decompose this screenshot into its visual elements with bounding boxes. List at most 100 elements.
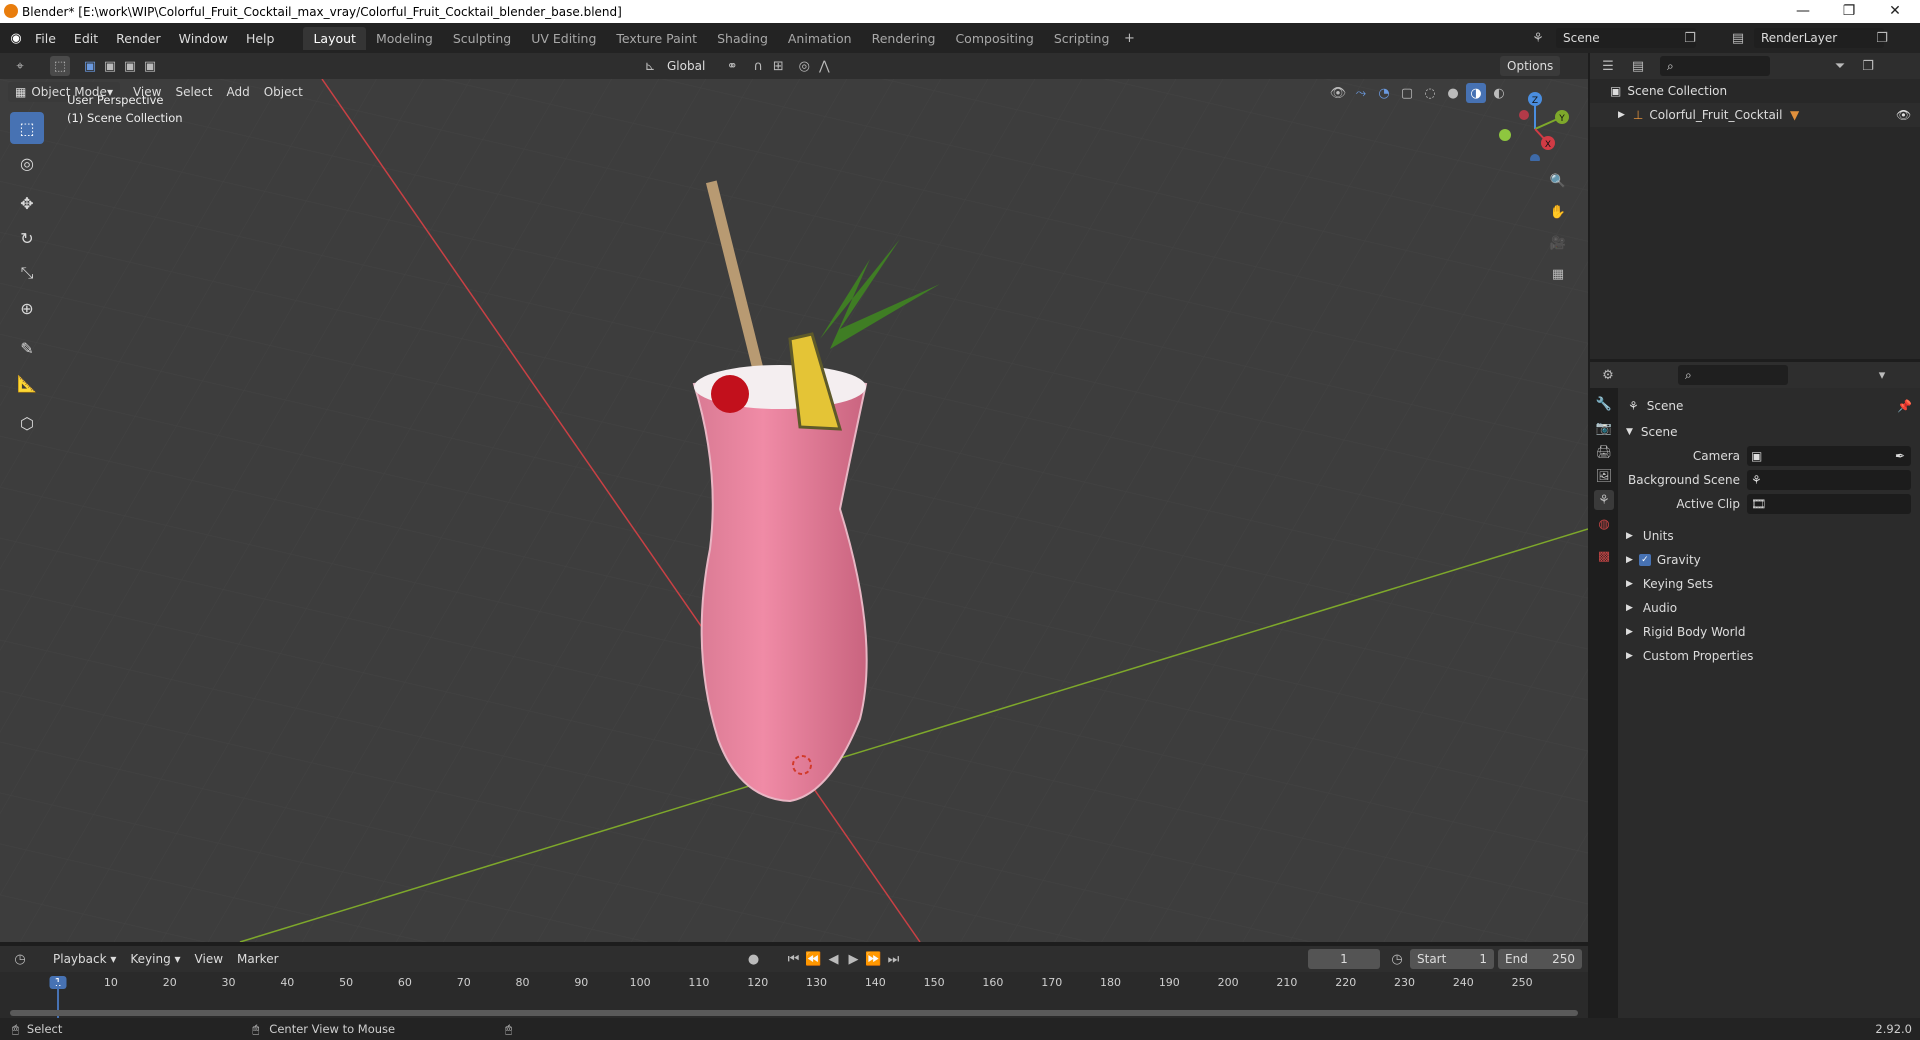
timeline-editor-type-icon[interactable]: ◷ bbox=[10, 949, 30, 969]
transform-tool-icon[interactable]: ⊕ bbox=[10, 292, 44, 324]
tab-scripting[interactable]: Scripting bbox=[1044, 27, 1120, 50]
blender-menu-icon[interactable]: ◉ bbox=[6, 28, 26, 48]
annotate-tool-icon[interactable]: ✎ bbox=[10, 332, 44, 364]
options-dropdown[interactable]: Options bbox=[1500, 56, 1561, 76]
pivot-point-icon[interactable]: ⚭ bbox=[722, 56, 742, 76]
wireframe-shading-icon[interactable]: ◌ bbox=[1420, 83, 1440, 103]
panel-rigid-body-world[interactable]: ▶ Rigid Body World bbox=[1618, 620, 1920, 644]
select-mode-invert-icon[interactable]: ▣ bbox=[140, 56, 160, 76]
overlay-toggle-icon[interactable]: ◔ bbox=[1374, 83, 1394, 103]
play-reverse-icon[interactable]: ◀ bbox=[824, 949, 844, 969]
jump-end-icon[interactable]: ⏭ bbox=[884, 949, 904, 969]
panel-audio[interactable]: ▶ Audio bbox=[1618, 596, 1920, 620]
outliner-item[interactable]: ▶ ⊥ Colorful_Fruit_Cocktail ▼ 👁 bbox=[1590, 103, 1920, 127]
minimize-icon[interactable]: — bbox=[1780, 0, 1826, 23]
xray-icon[interactable]: ▢ bbox=[1397, 83, 1417, 103]
outliner-editor-type-icon[interactable]: ☰ bbox=[1598, 56, 1618, 76]
gizmo-toggle-icon[interactable]: ⤳ bbox=[1351, 83, 1371, 103]
timeline-scrollbar[interactable] bbox=[10, 1010, 1578, 1016]
section-scene[interactable]: ▼ Scene bbox=[1618, 420, 1920, 444]
solid-shading-icon[interactable]: ● bbox=[1443, 83, 1463, 103]
panel-gravity[interactable]: ▶ ✓ Gravity bbox=[1618, 548, 1920, 572]
move-tool-icon[interactable]: ✥ bbox=[10, 187, 44, 219]
expand-arrow-icon[interactable]: ▶ bbox=[1618, 110, 1625, 120]
viewport-menu-add[interactable]: Add bbox=[219, 85, 256, 99]
scene-tab-icon[interactable]: ⚘ bbox=[1594, 490, 1614, 510]
timeline[interactable]: 1102030405060708090100110120130140150160… bbox=[0, 972, 1588, 1018]
renderlayer-icon[interactable]: ▤ bbox=[1728, 28, 1748, 48]
select-mode-new-icon[interactable]: ▣ bbox=[80, 56, 100, 76]
menu-edit[interactable]: Edit bbox=[65, 31, 107, 46]
select-mode-extend-icon[interactable]: ▣ bbox=[100, 56, 120, 76]
tab-animation[interactable]: Animation bbox=[778, 27, 862, 50]
measure-tool-icon[interactable]: 📐 bbox=[10, 367, 44, 399]
pin-icon[interactable]: 📌 bbox=[1897, 399, 1912, 413]
3d-viewport[interactable]: ⬚ ◎ ✥ ↻ ⤡ ⊕ ✎ 📐 ⬡ ▦ Object Mode ▾ View Se… bbox=[0, 79, 1588, 942]
new-collection-icon[interactable]: ❐ bbox=[1858, 56, 1878, 76]
close-icon[interactable]: ✕ bbox=[1872, 0, 1918, 23]
transform-orientation-icon[interactable]: ⊾ bbox=[640, 56, 660, 76]
properties-editor-type-icon[interactable]: ⚙ bbox=[1598, 365, 1618, 385]
falloff-icon[interactable]: ⋀ bbox=[814, 56, 834, 76]
end-frame-field[interactable]: End 250 bbox=[1498, 949, 1582, 969]
menu-file[interactable]: File bbox=[26, 31, 65, 46]
timeline-menu-marker[interactable]: Marker bbox=[230, 952, 285, 966]
camera-field[interactable]: ▣ ✒ bbox=[1747, 446, 1911, 466]
tab-sculpting[interactable]: Sculpting bbox=[443, 27, 521, 50]
prev-keyframe-icon[interactable]: ⏪ bbox=[804, 949, 824, 969]
editor-type-icon[interactable]: ⌖ bbox=[10, 56, 30, 76]
panel-custom-properties[interactable]: ▶ Custom Properties bbox=[1618, 644, 1920, 668]
snap-target-icon[interactable]: ⊞ bbox=[768, 56, 788, 76]
tab-texture-paint[interactable]: Texture Paint bbox=[606, 27, 707, 50]
add-workspace-icon[interactable]: + bbox=[1119, 28, 1139, 48]
proportional-edit-icon[interactable]: ◎ bbox=[794, 56, 814, 76]
visibility-eye-icon[interactable]: 👁 bbox=[1896, 108, 1911, 122]
scale-tool-icon[interactable]: ⤡ bbox=[10, 257, 44, 289]
camera-view-icon[interactable]: 🎥 bbox=[1548, 233, 1568, 253]
scene-selector-icon[interactable]: ⚘ bbox=[1528, 28, 1548, 48]
new-renderlayer-icon[interactable]: ❐ bbox=[1872, 28, 1892, 48]
texture-tab-icon[interactable]: ▩ bbox=[1594, 546, 1614, 566]
outliner-root[interactable]: ▣ Scene Collection bbox=[1590, 79, 1920, 103]
tab-layout[interactable]: Layout bbox=[303, 26, 366, 50]
tab-rendering[interactable]: Rendering bbox=[862, 27, 946, 50]
view-layer-tab-icon[interactable]: 🖼 bbox=[1594, 466, 1614, 486]
world-tab-icon[interactable]: ◍ bbox=[1594, 514, 1614, 534]
timeline-menu-playback[interactable]: Playback ▾ bbox=[46, 952, 123, 966]
menu-window[interactable]: Window bbox=[170, 31, 237, 46]
visibility-icon[interactable]: 👁 bbox=[1328, 83, 1348, 103]
gravity-checkbox[interactable]: ✓ bbox=[1638, 554, 1651, 566]
cursor-tool-icon[interactable]: ◎ bbox=[10, 147, 44, 179]
start-frame-field[interactable]: Start 1 bbox=[1410, 949, 1494, 969]
add-cube-tool-icon[interactable]: ⬡ bbox=[10, 407, 44, 439]
tool-tab-icon[interactable]: 🔧 bbox=[1594, 394, 1614, 414]
panel-units[interactable]: ▶ Units bbox=[1618, 524, 1920, 548]
new-scene-icon[interactable]: ❐ bbox=[1680, 28, 1700, 48]
menu-help[interactable]: Help bbox=[237, 31, 284, 46]
scene-field[interactable]: Scene bbox=[1556, 28, 1696, 48]
active-clip-field[interactable]: 🎞 bbox=[1747, 494, 1911, 514]
preview-range-icon[interactable]: ◷ bbox=[1387, 949, 1407, 969]
navigation-gizmo[interactable]: Z Y X bbox=[1490, 91, 1570, 161]
renderlayer-field[interactable]: RenderLayer bbox=[1754, 28, 1884, 48]
tab-uv-editing[interactable]: UV Editing bbox=[521, 27, 606, 50]
render-tab-icon[interactable]: 📷 bbox=[1594, 418, 1614, 438]
snap-icon[interactable]: ∩ bbox=[748, 56, 768, 76]
timeline-menu-keying[interactable]: Keying ▾ bbox=[123, 952, 187, 966]
rotate-tool-icon[interactable]: ↻ bbox=[10, 222, 44, 254]
tab-modeling[interactable]: Modeling bbox=[366, 27, 443, 50]
eyedropper-icon[interactable]: ✒ bbox=[1895, 449, 1905, 463]
tab-shading[interactable]: Shading bbox=[707, 27, 778, 50]
pan-hand-icon[interactable]: ✋ bbox=[1548, 202, 1568, 222]
viewport-menu-object[interactable]: Object bbox=[257, 85, 310, 99]
next-keyframe-icon[interactable]: ⏩ bbox=[864, 949, 884, 969]
filter-icon[interactable]: ⏷ bbox=[1830, 56, 1850, 76]
jump-start-icon[interactable]: ⏮ bbox=[784, 949, 804, 969]
current-frame-field[interactable]: 1 bbox=[1308, 949, 1380, 969]
properties-search-input[interactable]: ⌕ bbox=[1678, 365, 1788, 385]
menu-render[interactable]: Render bbox=[107, 31, 170, 46]
transform-orientation-dropdown[interactable]: Global bbox=[660, 59, 712, 73]
panel-keying-sets[interactable]: ▶ Keying Sets bbox=[1618, 572, 1920, 596]
display-mode-icon[interactable]: ▤ bbox=[1628, 56, 1648, 76]
select-mode-subtract-icon[interactable]: ▣ bbox=[120, 56, 140, 76]
